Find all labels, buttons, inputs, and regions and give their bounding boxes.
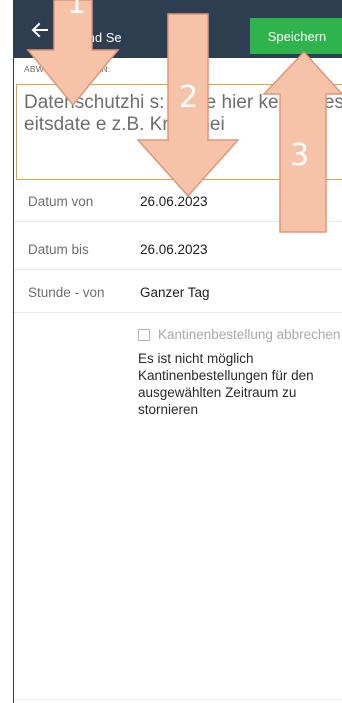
arrow-left-icon [31, 22, 48, 38]
canteen-cancel-checkbox-row[interactable]: Kantinenbestellung abbrechen [138, 326, 342, 344]
field-row-date-to[interactable]: Datum bis 26.06.2023 [14, 229, 342, 270]
field-row-hour-from[interactable]: Stunde - von Ganzer Tag [14, 272, 342, 313]
note-input-text: Datenschutzhi s: Gebe hier keine Ges eit… [24, 92, 342, 135]
field-label: Datum von [28, 194, 94, 209]
bottom-divider [14, 699, 342, 700]
field-label: Stunde - von [28, 285, 105, 300]
back-button[interactable] [28, 18, 52, 42]
note-field-label: ABW TSNOTIZ H EN: [24, 64, 111, 74]
checkbox[interactable] [138, 329, 150, 341]
canteen-cancel-section: Kantinenbestellung abbrechen Es ist nich… [138, 326, 342, 418]
field-value[interactable]: 26.06.2023 [140, 194, 208, 209]
field-value[interactable]: Ganzer Tag [140, 285, 210, 300]
field-label: Datum bis [28, 242, 89, 257]
canteen-cancel-info: Es ist nicht möglich Kantinenbestellunge… [138, 351, 314, 417]
app-bar: pielkind Se Speichern [14, 0, 342, 58]
app-screen: pielkind Se Speichern ABW TSNOTIZ H EN: … [14, 0, 342, 703]
save-button[interactable]: Speichern [250, 18, 342, 54]
device-edge [0, 0, 14, 703]
canteen-cancel-label: Kantinenbestellung abbrechen [158, 327, 341, 342]
page-title: pielkind Se [58, 30, 122, 45]
field-row-date-from[interactable]: Datum von 26.06.2023 [14, 181, 342, 222]
field-value[interactable]: 26.06.2023 [140, 242, 208, 257]
